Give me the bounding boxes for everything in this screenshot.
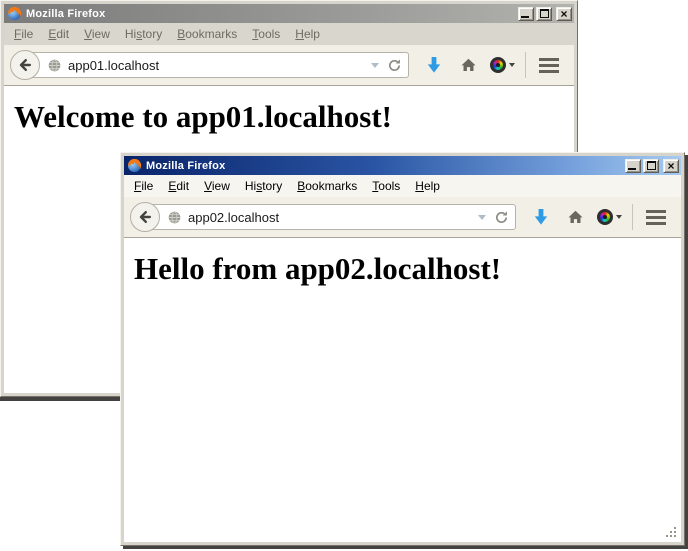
window-title: Mozilla Firefox [146, 160, 621, 172]
titlebar[interactable]: Mozilla Firefox × [4, 4, 574, 23]
resize-grip[interactable] [666, 527, 678, 539]
menu-file[interactable]: File [128, 177, 159, 195]
navigation-toolbar: app01.localhost [4, 45, 574, 86]
window-controls: × [625, 159, 679, 173]
back-icon [137, 209, 153, 225]
maximize-icon [540, 9, 549, 18]
close-icon: × [667, 161, 674, 171]
colorwheel-icon [597, 209, 613, 225]
minimize-button[interactable] [625, 159, 641, 173]
menu-help[interactable]: Help [409, 177, 446, 195]
urlbar-dropdown-icon[interactable] [371, 63, 379, 68]
menu-history[interactable]: History [119, 25, 168, 43]
toolbar-separator [632, 204, 633, 230]
menu-hamburger-button[interactable] [532, 49, 566, 81]
minimize-icon [628, 168, 636, 170]
firefox-icon [7, 6, 22, 21]
download-icon [533, 208, 549, 226]
hamburger-icon [646, 210, 666, 225]
home-button[interactable] [451, 49, 485, 81]
menu-view[interactable]: View [198, 177, 236, 195]
addon-colorwheel-button[interactable] [485, 49, 519, 81]
maximize-button[interactable] [536, 7, 552, 21]
menu-bar: File Edit View History Bookmarks Tools H… [124, 175, 681, 197]
addon-colorwheel-button[interactable] [592, 201, 626, 233]
menu-bar: File Edit View History Bookmarks Tools H… [4, 23, 574, 45]
dropdown-caret-icon [509, 63, 515, 67]
close-button[interactable]: × [556, 7, 572, 21]
page-heading: Hello from app02.localhost! [134, 252, 681, 286]
maximize-button[interactable] [643, 159, 659, 173]
back-button[interactable] [10, 50, 40, 80]
menu-history[interactable]: History [239, 177, 288, 195]
menu-bookmarks[interactable]: Bookmarks [171, 25, 243, 43]
menu-view[interactable]: View [78, 25, 116, 43]
home-button[interactable] [558, 201, 592, 233]
url-text[interactable]: app01.localhost [68, 58, 367, 73]
globe-icon[interactable] [47, 58, 62, 73]
page-heading: Welcome to app01.localhost! [14, 100, 574, 134]
page-content: Hello from app02.localhost! [124, 238, 681, 542]
back-button[interactable] [130, 202, 160, 232]
colorwheel-icon [490, 57, 506, 73]
home-icon [567, 209, 584, 225]
menu-help[interactable]: Help [289, 25, 326, 43]
home-icon [460, 57, 477, 73]
download-button[interactable] [417, 49, 451, 81]
menu-edit[interactable]: Edit [162, 177, 195, 195]
firefox-icon [127, 158, 142, 173]
menu-tools[interactable]: Tools [246, 25, 286, 43]
hamburger-icon [539, 58, 559, 73]
download-icon [426, 56, 442, 74]
window-controls: × [518, 7, 572, 21]
url-text[interactable]: app02.localhost [188, 210, 474, 225]
url-bar[interactable]: app01.localhost [26, 52, 409, 78]
url-bar[interactable]: app02.localhost [146, 204, 516, 230]
close-icon: × [560, 9, 567, 19]
minimize-icon [521, 16, 529, 18]
menu-file[interactable]: File [8, 25, 39, 43]
titlebar[interactable]: Mozilla Firefox × [124, 156, 681, 175]
urlbar-dropdown-icon[interactable] [478, 215, 486, 220]
menu-hamburger-button[interactable] [639, 201, 673, 233]
navigation-toolbar: app02.localhost [124, 197, 681, 238]
maximize-icon [647, 161, 656, 170]
download-button[interactable] [524, 201, 558, 233]
minimize-button[interactable] [518, 7, 534, 21]
toolbar-separator [525, 52, 526, 78]
globe-icon[interactable] [167, 210, 182, 225]
reload-icon[interactable] [494, 210, 509, 225]
reload-icon[interactable] [387, 58, 402, 73]
menu-edit[interactable]: Edit [42, 25, 75, 43]
dropdown-caret-icon [616, 215, 622, 219]
firefox-window-app02: Mozilla Firefox × File Edit View History… [120, 152, 685, 546]
menu-bookmarks[interactable]: Bookmarks [291, 177, 363, 195]
back-icon [17, 57, 33, 73]
close-button[interactable]: × [663, 159, 679, 173]
window-title: Mozilla Firefox [26, 8, 514, 20]
menu-tools[interactable]: Tools [366, 177, 406, 195]
